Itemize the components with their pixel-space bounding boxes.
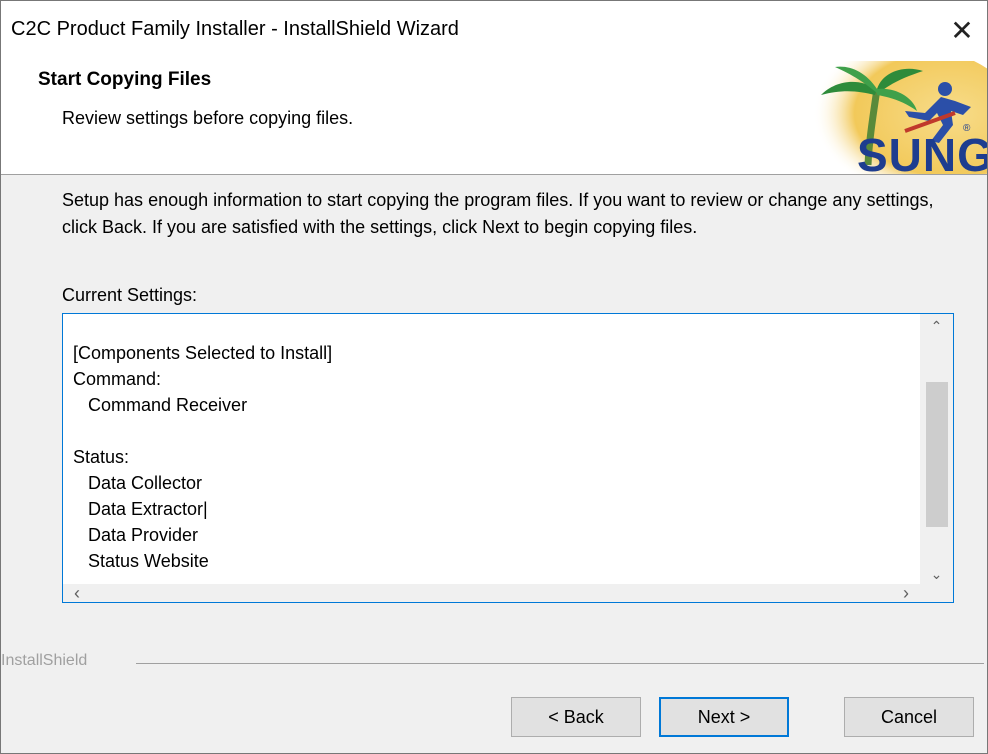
page-subtitle: Review settings before copying files.	[62, 108, 354, 128]
installshield-brand: InstallShield	[1, 652, 88, 669]
wizard-body: Setup has enough information to start co…	[1, 175, 987, 645]
current-settings-box[interactable]: [Components Selected to Install] Command…	[62, 313, 954, 603]
registered-mark: ®	[963, 123, 971, 134]
intro-text: Setup has enough information to start co…	[62, 190, 934, 237]
cancel-button[interactable]: Cancel	[844, 697, 974, 737]
scroll-left-icon[interactable]: ‹	[67, 583, 87, 603]
horizontal-scrollbar[interactable]: ‹ ›	[63, 583, 920, 603]
title-bar: C2C Product Family Installer - InstallSh…	[1, 1, 987, 61]
scroll-up-icon[interactable]: ⌃	[920, 314, 953, 338]
vertical-scrollbar[interactable]: ⌃ ⌄	[920, 314, 953, 586]
scroll-down-icon[interactable]: ⌄	[920, 562, 953, 586]
window-title: C2C Product Family Installer - InstallSh…	[11, 18, 459, 40]
current-settings-label: Current Settings:	[62, 285, 198, 305]
close-icon[interactable]: ✕	[943, 11, 981, 49]
page-title: Start Copying Files	[38, 69, 212, 90]
wizard-header: Start Copying Files Review settings befo…	[1, 61, 987, 175]
scrollbar-corner	[920, 584, 953, 602]
vertical-scroll-thumb[interactable]	[926, 382, 948, 527]
installer-window: C2C Product Family Installer - InstallSh…	[0, 0, 988, 754]
scroll-right-icon[interactable]: ›	[896, 583, 916, 603]
settings-text: [Components Selected to Install] Command…	[73, 343, 333, 571]
next-button[interactable]: Next >	[659, 697, 789, 737]
back-button[interactable]: < Back	[511, 697, 641, 737]
footer-divider	[136, 663, 984, 664]
logo-text: SUNGUIDE	[857, 129, 987, 174]
sunguide-logo: SUNGUIDE ®	[485, 61, 987, 174]
